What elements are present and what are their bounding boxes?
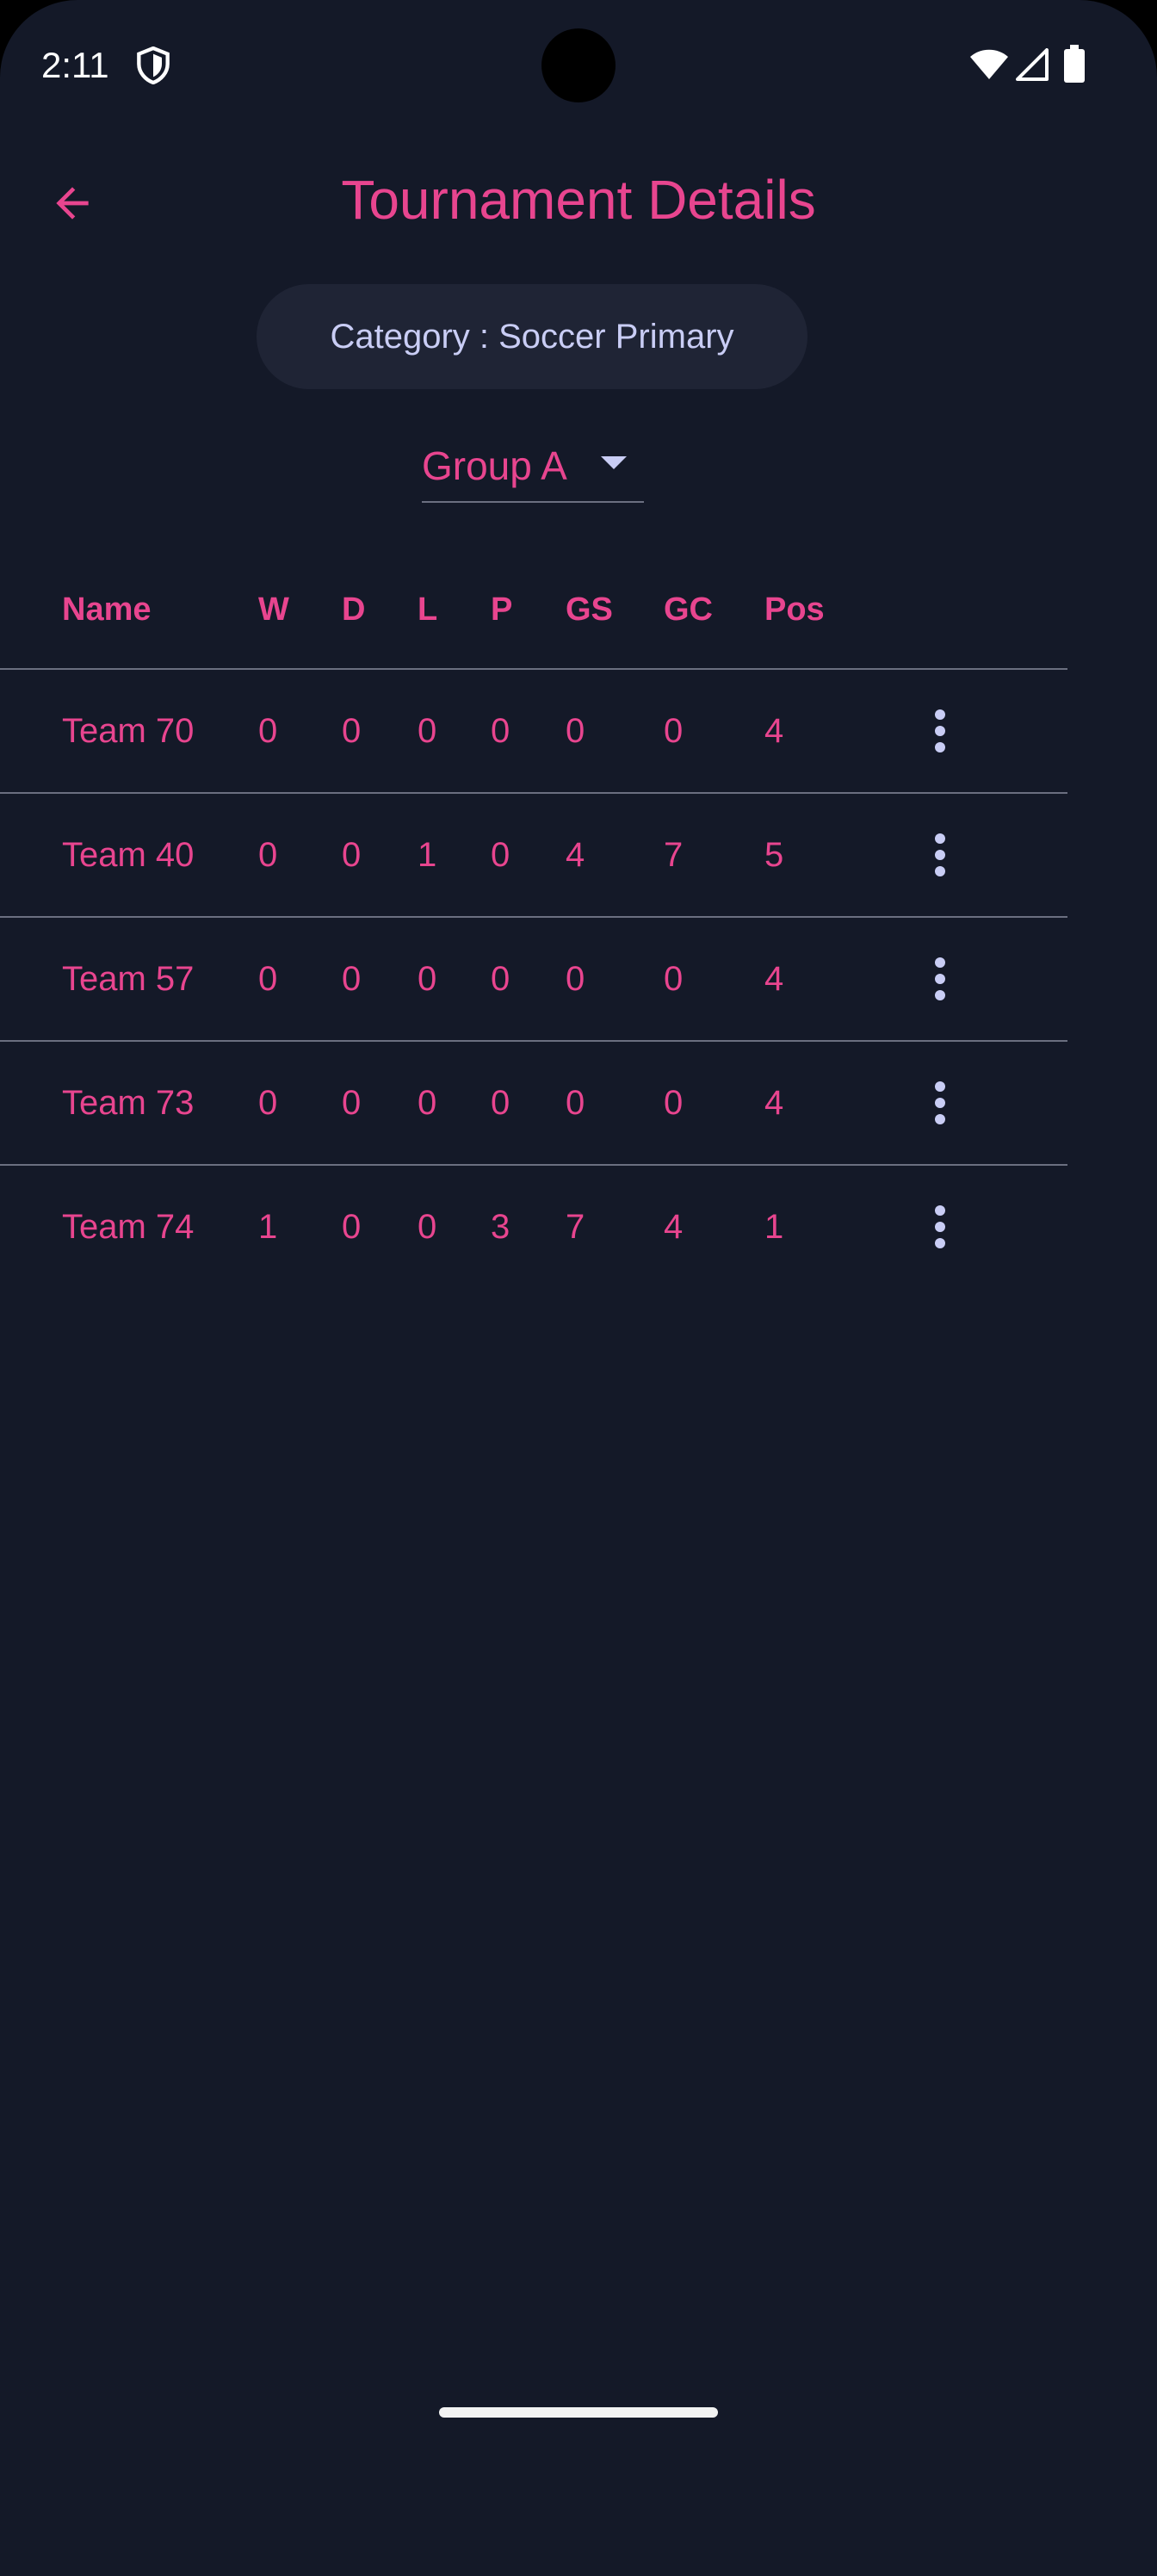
table-row: Team 73 0 0 0 0 0 0 4 (0, 1042, 1067, 1166)
losses-cell: 0 (418, 959, 437, 998)
goals-conceded-cell: 0 (664, 711, 684, 750)
goals-conceded-cell: 7 (664, 835, 684, 874)
column-header-name: Name (62, 591, 152, 628)
column-header-pos: Pos (764, 591, 825, 628)
page-title: Tournament Details (341, 169, 816, 231)
wins-cell: 0 (258, 1083, 278, 1122)
wins-cell: 0 (258, 835, 278, 874)
goals-scored-cell: 7 (566, 1207, 585, 1246)
wins-cell: 0 (258, 959, 278, 998)
column-header-d: D (342, 591, 366, 628)
goals-scored-cell: 0 (566, 959, 585, 998)
table-row: Team 74 1 0 0 3 7 4 1 (0, 1166, 1067, 1288)
draws-cell: 0 (342, 959, 362, 998)
battery-icon (1064, 45, 1085, 83)
category-chip: Category : Soccer Primary (257, 284, 807, 389)
caret-down-icon (601, 456, 627, 469)
draws-cell: 0 (342, 1207, 362, 1246)
position-cell: 1 (764, 1207, 784, 1246)
standings-table: Name W D L P GS GC Pos Team 70 0 0 0 0 0… (0, 551, 1067, 1288)
points-cell: 0 (491, 711, 510, 750)
losses-cell: 0 (418, 1207, 437, 1246)
wins-cell: 1 (258, 1207, 278, 1246)
losses-cell: 1 (418, 835, 437, 874)
column-header-w: W (258, 591, 289, 628)
signal-icon (1016, 48, 1049, 81)
points-cell: 0 (491, 1083, 510, 1122)
team-name-cell: Team 70 (62, 711, 195, 750)
goals-scored-cell: 0 (566, 711, 585, 750)
navigation-gesture-area (0, 2514, 1157, 2576)
more-options-button[interactable] (906, 1192, 974, 1261)
more-options-button[interactable] (906, 1068, 974, 1137)
more-vert-icon (935, 833, 945, 844)
column-header-gs: GS (566, 591, 613, 628)
table-row: Team 40 0 0 1 0 4 7 5 (0, 794, 1067, 918)
group-dropdown[interactable]: Group A (422, 430, 644, 503)
column-header-l: L (418, 591, 438, 628)
shield-icon (137, 46, 170, 84)
team-name-cell: Team 57 (62, 959, 195, 998)
draws-cell: 0 (342, 835, 362, 874)
goals-scored-cell: 4 (566, 835, 585, 874)
losses-cell: 0 (418, 711, 437, 750)
table-row: Team 70 0 0 0 0 0 0 4 (0, 670, 1067, 794)
position-cell: 4 (764, 959, 784, 998)
points-cell: 3 (491, 1207, 510, 1246)
more-options-button[interactable] (906, 697, 974, 765)
goals-conceded-cell: 0 (664, 1083, 684, 1122)
table-header-row: Name W D L P GS GC Pos (0, 551, 1067, 670)
goals-conceded-cell: 0 (664, 959, 684, 998)
goals-scored-cell: 0 (566, 1083, 585, 1122)
group-dropdown-value: Group A (422, 443, 567, 488)
more-vert-icon (935, 1081, 945, 1092)
more-options-button[interactable] (906, 944, 974, 1013)
camera-cutout (541, 28, 616, 102)
draws-cell: 0 (342, 1083, 362, 1122)
more-vert-icon (935, 957, 945, 968)
table-row: Team 57 0 0 0 0 0 0 4 (0, 918, 1067, 1042)
column-header-p: P (491, 591, 513, 628)
app-screen: 2:11 Tournament Details Category : Socce… (0, 0, 1157, 2514)
points-cell: 0 (491, 835, 510, 874)
wins-cell: 0 (258, 711, 278, 750)
points-cell: 0 (491, 959, 510, 998)
more-options-button[interactable] (906, 820, 974, 889)
position-cell: 4 (764, 1083, 784, 1122)
team-name-cell: Team 74 (62, 1207, 195, 1246)
team-name-cell: Team 40 (62, 835, 195, 874)
losses-cell: 0 (418, 1083, 437, 1122)
position-cell: 4 (764, 711, 784, 750)
more-vert-icon (935, 1205, 945, 1216)
team-name-cell: Team 73 (62, 1083, 195, 1122)
home-indicator[interactable] (439, 2407, 718, 2418)
more-vert-icon (935, 709, 945, 720)
column-header-gc: GC (664, 591, 713, 628)
position-cell: 5 (764, 835, 784, 874)
wifi-icon (970, 49, 1008, 79)
status-time: 2:11 (41, 45, 109, 85)
goals-conceded-cell: 4 (664, 1207, 684, 1246)
draws-cell: 0 (342, 711, 362, 750)
